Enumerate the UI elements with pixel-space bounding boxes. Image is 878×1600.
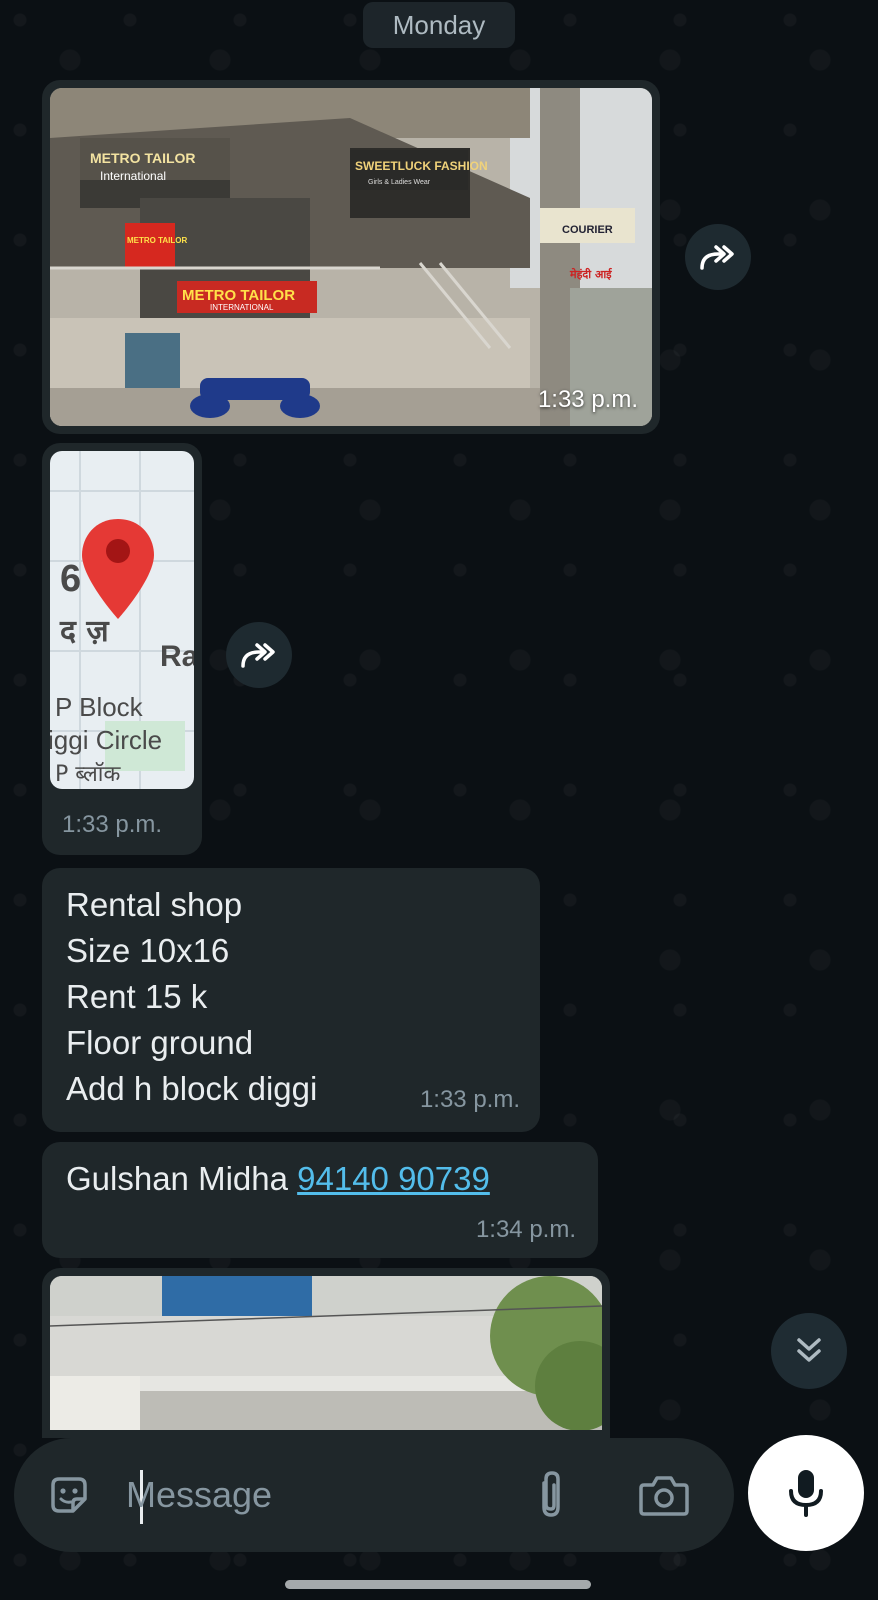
attach-button[interactable] [526,1466,576,1524]
shop-sign-text: COURIER [562,224,613,236]
sticker-button[interactable] [44,1470,94,1520]
map-label: P ब्लॉक [55,761,122,787]
date-label: Monday [392,9,486,40]
building-photo[interactable] [50,1276,602,1430]
shop-sign-sub: International [100,169,166,183]
forward-button[interactable] [685,224,751,290]
shop-sign-text: METRO TAILOR [90,150,196,166]
shop-sign-sub: Girls & Ladies Wear [368,179,431,186]
message-time: 1:33 p.m. [419,1086,520,1113]
message-line: Size 10x16 [66,932,230,969]
message-composer [14,1438,734,1552]
map-preview[interactable]: 6 द ज़ Ra P Block iggi Circle P ब्लॉक [50,451,194,789]
phone-link[interactable]: 94140 90739 [297,1160,490,1197]
forward-icon [700,245,734,270]
shop-sign-sub: INTERNATIONAL [210,303,274,312]
map-label: iggi Circle [50,725,162,755]
shop-sign-text: METRO TAILOR [127,236,188,245]
shop-sign-text: METRO TAILOR [182,287,295,304]
double-chevron-down-icon [797,1338,821,1362]
map-label: 6 [60,558,81,600]
shop-photo[interactable]: METRO TAILOR International METRO TAILOR … [50,88,652,426]
message-line: Floor ground [66,1024,254,1061]
message-time: 1:34 p.m. [475,1216,576,1243]
sticker-icon [51,1477,87,1513]
text-message[interactable]: Rental shop Size 10x16 Rent 15 k Floor g… [42,868,540,1132]
voice-record-button[interactable] [748,1435,864,1551]
forward-button[interactable] [226,622,292,688]
camera-icon [639,1476,689,1516]
paperclip-icon [542,1471,560,1517]
map-image: 6 द ज़ Ra P Block iggi Circle P ब्लॉक [50,451,194,789]
mic-icon [789,1470,823,1517]
map-label: द ज़ [59,614,110,649]
system-home-indicator[interactable] [285,1580,591,1589]
image-message[interactable] [42,1268,610,1438]
shop-sign-text: SWEETLUCK FASHION [355,159,488,173]
message-time: 1:33 p.m. [62,811,163,838]
message-line: Rental shop [66,886,243,923]
text-message[interactable]: Gulshan Midha 94140 90739 1:34 p.m. [42,1142,598,1258]
map-label: Ra [160,640,194,673]
message-time: 1:33 p.m. [537,386,638,413]
location-message[interactable]: 6 द ज़ Ra P Block iggi Circle P ब्लॉक 1:… [42,443,202,855]
message-line: Rent 15 k [66,978,208,1015]
message-body: Rental shop Size 10x16 Rent 15 k Floor g… [66,882,518,1112]
message-body: Gulshan Midha 94140 90739 [66,1156,576,1202]
camera-button[interactable] [634,1470,694,1520]
message-input[interactable] [126,1468,526,1522]
forward-icon [241,643,275,668]
shop-sign-text: मेहंदी आई [569,267,613,281]
date-separator: Monday [363,2,515,48]
shop-photo-image: METRO TAILOR International METRO TAILOR … [50,88,652,426]
building-photo-image [50,1276,602,1430]
map-label: P Block [55,692,144,722]
scroll-to-bottom-button[interactable] [771,1313,847,1389]
image-message[interactable]: METRO TAILOR International METRO TAILOR … [42,80,660,434]
contact-name: Gulshan Midha [66,1160,288,1197]
